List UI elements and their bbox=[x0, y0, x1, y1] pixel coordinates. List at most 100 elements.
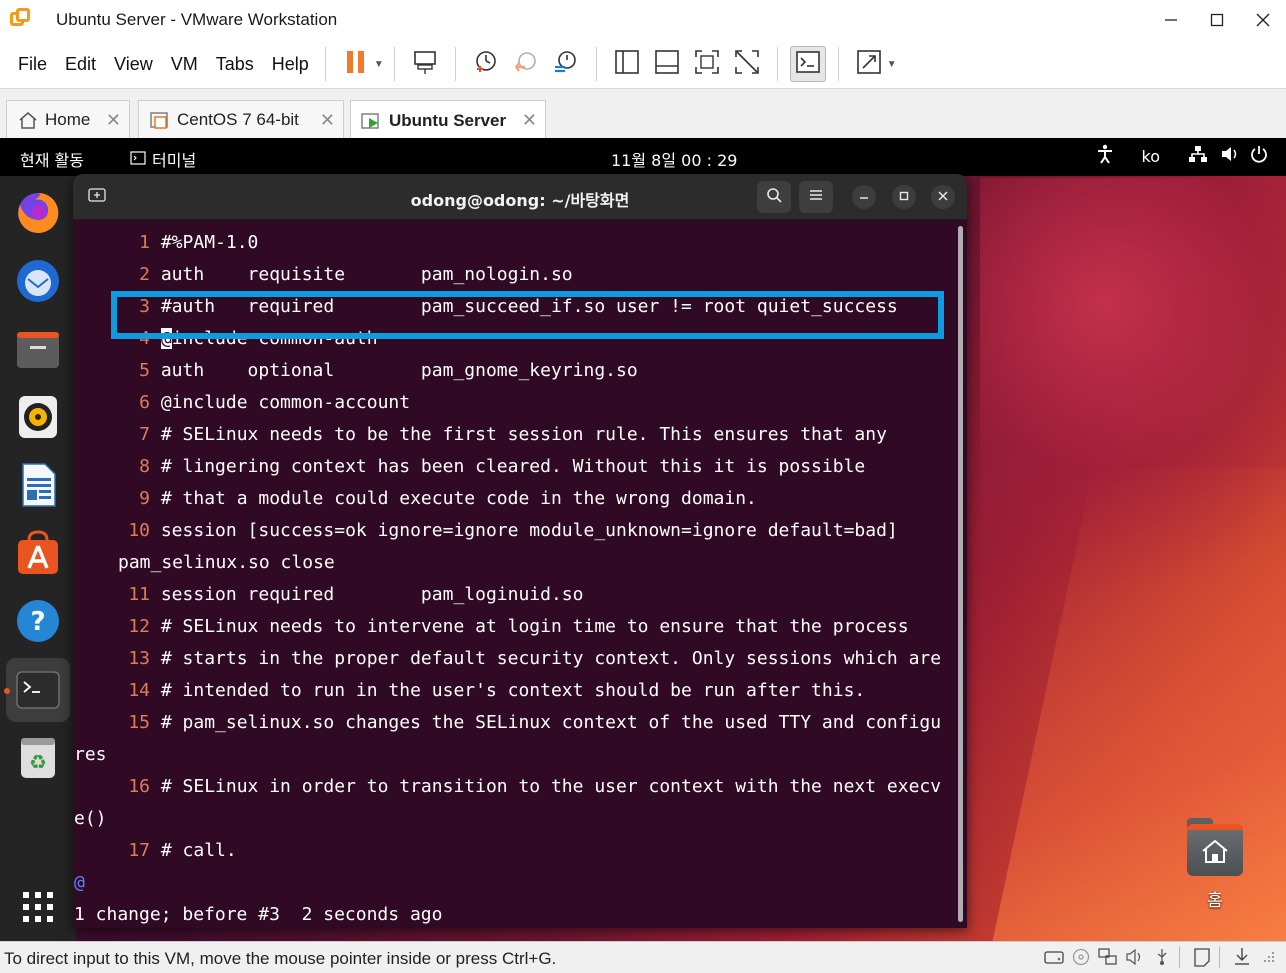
network-computer-icon bbox=[412, 49, 438, 80]
terminal-minimize-button[interactable] bbox=[852, 185, 876, 209]
snapshot-manager-button[interactable] bbox=[548, 46, 584, 82]
console-view-button[interactable] bbox=[789, 46, 826, 82]
trash-icon[interactable]: ♻ bbox=[13, 732, 63, 782]
volume-icon[interactable] bbox=[1220, 145, 1240, 167]
show-library-button[interactable] bbox=[609, 46, 645, 82]
snapshot-revert-icon bbox=[513, 49, 539, 80]
terminal-maximize-button[interactable] bbox=[892, 185, 916, 209]
window-title: Ubuntu Server - VMware Workstation bbox=[56, 10, 338, 29]
rhythmbox-icon[interactable] bbox=[13, 392, 63, 442]
close-button[interactable] bbox=[1240, 0, 1286, 40]
editor-line: 2 auth requisite pam_nologin.so bbox=[139, 264, 573, 285]
chevron-down-icon[interactable]: ▼ bbox=[887, 59, 897, 70]
take-snapshot-button[interactable] bbox=[468, 46, 504, 82]
libreoffice-writer-icon[interactable] bbox=[13, 460, 63, 510]
toolbar-divider bbox=[454, 47, 456, 81]
editor-line: 15 # pam_selinux.so changes the SELinux … bbox=[128, 712, 942, 733]
tab-label: Home bbox=[45, 110, 91, 129]
network-wired-icon[interactable] bbox=[1188, 145, 1208, 167]
message-log-icon[interactable] bbox=[1191, 946, 1213, 968]
editor-line: 9 # that a module could execute code in … bbox=[139, 488, 757, 509]
menu-tabs[interactable]: Tabs bbox=[216, 54, 254, 75]
editor-line: 5 auth optional pam_gnome_keyring.so bbox=[139, 360, 638, 381]
vm-display[interactable]: 현재 활동 터미널 11월 8일 00 : 29 ko ? ♻ 홈 odong@… bbox=[0, 138, 1286, 941]
vmware-logo-icon bbox=[8, 8, 32, 32]
revert-snapshot-button[interactable] bbox=[508, 46, 544, 82]
hamburger-menu-icon bbox=[809, 188, 823, 206]
help-icon[interactable]: ? bbox=[13, 596, 63, 646]
editor-line: 13 # starts in the proper default securi… bbox=[128, 648, 942, 669]
tab-home[interactable]: Home ✕ bbox=[6, 100, 130, 139]
chevron-down-icon[interactable]: ▼ bbox=[374, 59, 384, 70]
status-divider bbox=[1219, 946, 1220, 968]
power-icon[interactable] bbox=[1250, 145, 1268, 167]
menu-help[interactable]: Help bbox=[272, 54, 309, 75]
suspend-button[interactable] bbox=[338, 46, 374, 82]
download-icon[interactable] bbox=[1231, 946, 1253, 968]
sound-card-icon[interactable] bbox=[1124, 946, 1146, 968]
unity-button[interactable] bbox=[729, 46, 765, 82]
gnome-top-bar: 현재 활동 터미널 11월 8일 00 : 29 ko bbox=[0, 138, 1286, 176]
tab-label: Ubuntu Server bbox=[389, 110, 507, 130]
close-icon[interactable]: ✕ bbox=[106, 110, 121, 131]
terminal-small-icon bbox=[130, 150, 146, 169]
stretch-guest-button[interactable] bbox=[851, 46, 887, 82]
files-icon[interactable] bbox=[13, 324, 63, 374]
home-folder-icon bbox=[1187, 818, 1243, 876]
resize-grip-icon[interactable] bbox=[1258, 946, 1280, 968]
vim-status-line: 1 change; before #3 2 seconds ago bbox=[74, 904, 443, 925]
terminal-window[interactable]: odong@odong: ~/바탕화면 1 #%PAM-1.0 2 auth r… bbox=[73, 174, 967, 928]
terminal-search-button[interactable] bbox=[757, 181, 791, 213]
minimize-button[interactable] bbox=[1148, 0, 1194, 40]
status-divider bbox=[1179, 946, 1180, 968]
editor-line: 10 session [success=ok ignore=ignore mod… bbox=[128, 520, 898, 541]
app-center-icon[interactable] bbox=[13, 528, 63, 578]
editor-line: 6 @include common-account bbox=[139, 392, 411, 413]
running-indicator bbox=[4, 688, 10, 694]
tab-ubuntu-server[interactable]: Ubuntu Server ✕ bbox=[350, 100, 546, 140]
network-adapter-icon[interactable] bbox=[1097, 946, 1119, 968]
activities-button[interactable]: 현재 활동 bbox=[20, 147, 84, 171]
input-method[interactable]: ko bbox=[1142, 147, 1160, 166]
terminal-app-icon[interactable] bbox=[6, 658, 70, 722]
svg-text:?: ? bbox=[30, 607, 45, 637]
toolbar-divider bbox=[776, 47, 778, 81]
accessibility-icon[interactable] bbox=[1096, 144, 1114, 168]
terminal-scrollbar[interactable] bbox=[958, 226, 963, 922]
menu-view[interactable]: View bbox=[114, 54, 153, 75]
editor-line: 14 # intended to run in the user's conte… bbox=[128, 680, 866, 701]
tab-label: CentOS 7 64-bit bbox=[177, 110, 299, 129]
send-ctrl-alt-del-button[interactable] bbox=[407, 46, 443, 82]
terminal-header-bar: odong@odong: ~/바탕화면 bbox=[73, 174, 967, 220]
bottom-panel-layout-icon bbox=[654, 49, 680, 80]
maximize-button[interactable] bbox=[1194, 0, 1240, 40]
firefox-icon[interactable] bbox=[13, 188, 63, 238]
fullscreen-icon bbox=[694, 49, 720, 80]
app-menu[interactable]: 터미널 bbox=[130, 147, 196, 171]
menu-edit[interactable]: Edit bbox=[65, 54, 96, 75]
maximize-icon bbox=[899, 190, 909, 204]
terminal-content[interactable]: 1 #%PAM-1.0 2 auth requisite pam_nologin… bbox=[73, 220, 957, 928]
menu-vm[interactable]: VM bbox=[171, 54, 198, 75]
desktop-home-folder[interactable]: 홈 bbox=[1186, 818, 1244, 911]
hard-disk-icon[interactable] bbox=[1043, 946, 1065, 968]
snapshot-manager-icon bbox=[553, 49, 579, 80]
clock[interactable]: 11월 8일 00 : 29 bbox=[611, 147, 737, 171]
show-apps-icon[interactable] bbox=[13, 882, 63, 932]
thunderbird-icon[interactable] bbox=[13, 256, 63, 306]
snapshot-add-icon bbox=[473, 49, 499, 80]
editor-line: 11 session required pam_loginuid.so bbox=[128, 584, 584, 605]
editor-line: 16 # SELinux in order to transition to t… bbox=[128, 776, 942, 797]
close-icon[interactable]: ✕ bbox=[522, 110, 537, 131]
menu-file[interactable]: File bbox=[18, 54, 47, 75]
usb-icon[interactable] bbox=[1151, 946, 1173, 968]
show-thumbnail-bar-button[interactable] bbox=[649, 46, 685, 82]
terminal-close-button[interactable] bbox=[931, 185, 955, 209]
toolbar-divider bbox=[324, 47, 326, 81]
tab-centos[interactable]: CentOS 7 64-bit ✕ bbox=[138, 100, 344, 139]
sidebar-layout-icon bbox=[614, 49, 640, 80]
close-icon[interactable]: ✕ bbox=[320, 110, 335, 131]
full-screen-button[interactable] bbox=[689, 46, 725, 82]
terminal-menu-button[interactable] bbox=[799, 181, 833, 213]
cd-dvd-icon[interactable] bbox=[1070, 946, 1092, 968]
